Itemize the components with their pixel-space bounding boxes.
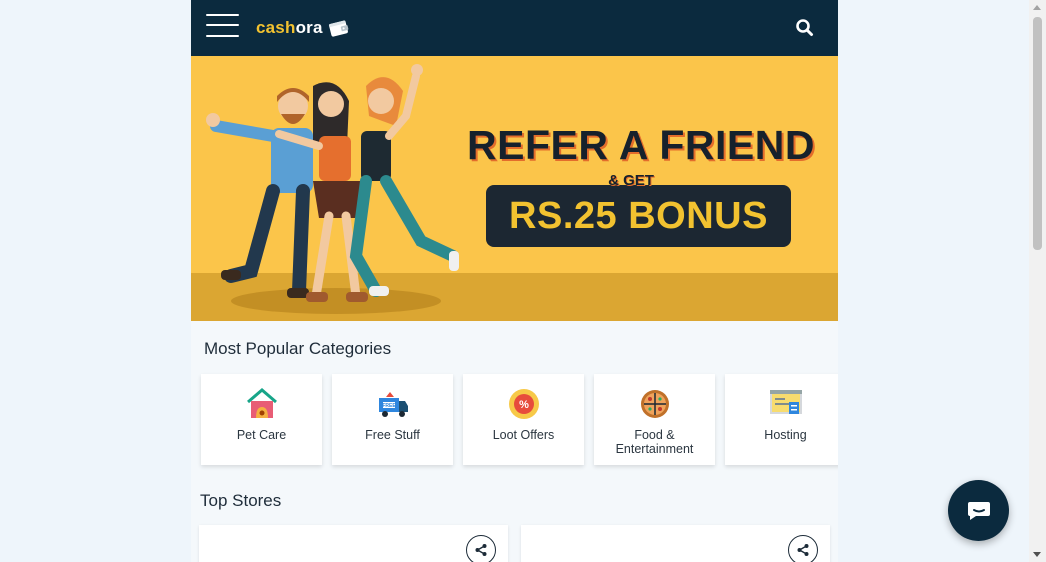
- free-delivery-truck-icon: FREE: [378, 392, 408, 417]
- discount-badge-icon: %: [508, 389, 539, 419]
- scroll-down-arrow-icon[interactable]: [1033, 552, 1041, 557]
- category-card-pet-care[interactable]: Pet Care: [201, 374, 322, 465]
- category-label: Food & Entertainment: [615, 428, 694, 456]
- friends-illustration: [206, 64, 459, 314]
- share-icon[interactable]: [788, 535, 818, 562]
- store-card[interactable]: [521, 525, 830, 562]
- logo-text-cash: cash: [256, 18, 296, 37]
- category-card-food-entertainment[interactable]: Food & Entertainment: [594, 374, 715, 465]
- category-card-hosting[interactable]: Hosting: [725, 374, 838, 465]
- category-card-free-stuff[interactable]: FREE Free Stuff: [332, 374, 453, 465]
- hamburger-menu-icon[interactable]: [206, 14, 239, 38]
- top-stores-heading: Top Stores: [200, 491, 282, 510]
- scrollbar-thumb[interactable]: [1033, 17, 1042, 250]
- category-label: Hosting: [764, 428, 807, 442]
- categories-heading: Most Popular Categories: [204, 339, 392, 358]
- banner-subline: & GET: [608, 172, 654, 189]
- svg-text:FREE: FREE: [382, 403, 396, 409]
- logo-text-ora: ora: [295, 18, 323, 37]
- store-card[interactable]: [199, 525, 508, 562]
- top-navbar: cash ora: [191, 0, 838, 56]
- chat-bubble-icon[interactable]: [948, 480, 1009, 541]
- hosting-monitor-icon: [769, 390, 802, 414]
- app-container: cash ora REFER A FRIEND & GET RS.25 BONU…: [191, 0, 838, 562]
- page-scrollbar[interactable]: [1029, 0, 1046, 562]
- category-label: Pet Care: [236, 428, 287, 442]
- category-list: Pet Care FREE Free Stuff % Loot Offers F…: [201, 374, 838, 465]
- refer-a-friend-banner[interactable]: REFER A FRIEND & GET RS.25 BONUS: [191, 56, 838, 321]
- banner-bonus-badge: RS.25 BONUS: [486, 185, 791, 247]
- share-icon[interactable]: [466, 535, 496, 562]
- pizza-icon: [640, 390, 669, 418]
- banner-headline: REFER A FRIEND: [467, 122, 815, 168]
- brand-logo[interactable]: cash ora: [256, 15, 349, 41]
- scroll-up-arrow-icon[interactable]: [1033, 5, 1041, 10]
- category-label: Loot Offers: [492, 428, 555, 442]
- svg-text:%: %: [519, 399, 529, 411]
- category-label: Free Stuff: [365, 428, 420, 442]
- category-card-loot-offers[interactable]: % Loot Offers: [463, 374, 584, 465]
- wallet-icon: [327, 17, 351, 38]
- search-icon[interactable]: [795, 18, 815, 38]
- pet-house-icon: [246, 388, 277, 418]
